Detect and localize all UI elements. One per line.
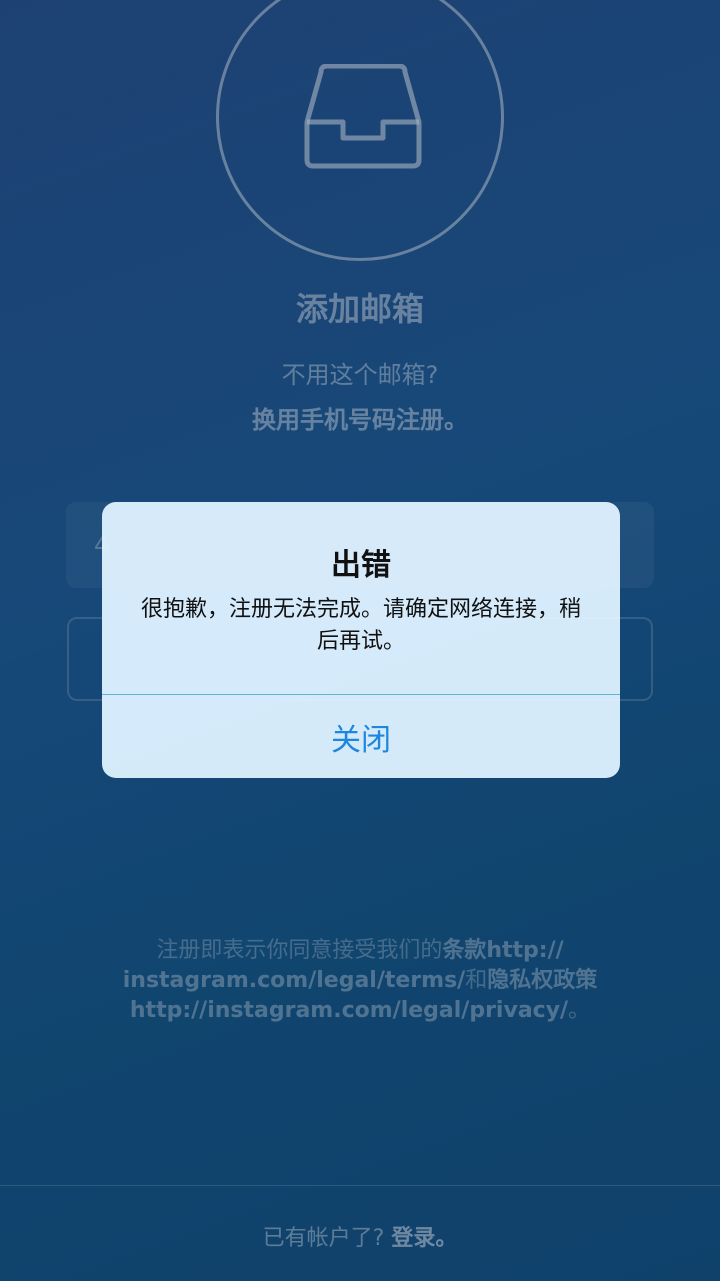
alert-message: 很抱歉，注册无法完成。请确定网络连接，稍后再试。 bbox=[140, 597, 581, 654]
error-alert: 出错 很抱歉，注册无法完成。请确定网络连接，稍后再试。 关闭 bbox=[102, 502, 620, 778]
alert-title: 出错 bbox=[331, 548, 391, 583]
close-button[interactable]: 关闭 bbox=[102, 695, 620, 778]
